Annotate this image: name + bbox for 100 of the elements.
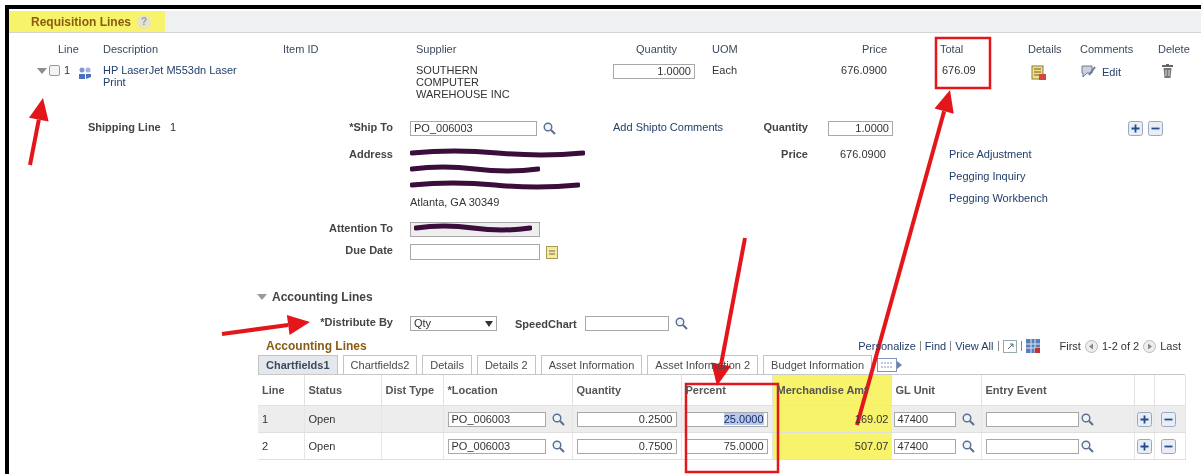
calendar-icon[interactable] bbox=[546, 245, 558, 259]
column-header: GL Unit bbox=[891, 375, 981, 406]
grid-nav-link[interactable]: Find bbox=[924, 340, 947, 352]
gl-unit-field[interactable]: 47400 bbox=[893, 411, 956, 427]
last-link[interactable]: Last bbox=[1160, 340, 1181, 352]
add-row-icon[interactable] bbox=[1128, 121, 1143, 136]
action-link[interactable]: Pegging Inquiry bbox=[949, 170, 1120, 182]
quantity-field[interactable]: 1.0000 bbox=[828, 121, 893, 136]
field-label: Quantity bbox=[762, 121, 809, 133]
tab[interactable]: Details bbox=[422, 355, 472, 374]
column-header: Total bbox=[939, 43, 965, 55]
delete-row-icon[interactable] bbox=[1160, 438, 1176, 454]
search-icon[interactable] bbox=[961, 412, 975, 426]
first-link[interactable]: First bbox=[1059, 340, 1081, 352]
location-field[interactable]: PO_006003 bbox=[447, 411, 546, 427]
location-field[interactable]: PO_006003 bbox=[447, 438, 546, 454]
edit-link[interactable]: Edit bbox=[1102, 65, 1121, 78]
field-label: Shipping Line bbox=[88, 121, 162, 133]
search-icon[interactable] bbox=[551, 412, 565, 426]
item-description: HP LaserJet M553dn Laser Print bbox=[102, 64, 238, 88]
column-header: Item ID bbox=[282, 43, 320, 55]
show-all-tabs-icon[interactable] bbox=[877, 357, 904, 372]
trash-icon[interactable] bbox=[1162, 64, 1173, 78]
column-header: UOM bbox=[711, 43, 739, 55]
add-row-icon[interactable] bbox=[1136, 438, 1152, 454]
quantity-field[interactable]: 0.2500 bbox=[576, 411, 677, 427]
people-icon[interactable] bbox=[78, 66, 92, 80]
tab[interactable]: Chartfields1 bbox=[258, 355, 338, 374]
column-header: Delete bbox=[1157, 43, 1191, 55]
dropdown-arrow-icon bbox=[485, 320, 493, 327]
comment-icon[interactable] bbox=[1080, 64, 1096, 79]
price-text: 676.0900 bbox=[840, 64, 888, 76]
tab[interactable]: Budget Information bbox=[763, 355, 873, 374]
field-label: *Ship To bbox=[348, 121, 394, 133]
line-checkbox[interactable] bbox=[49, 65, 60, 76]
spreadsheet-icon[interactable] bbox=[1025, 339, 1040, 353]
table-cell: 1 bbox=[258, 405, 304, 433]
search-icon[interactable] bbox=[1080, 412, 1094, 426]
column-header: Price bbox=[860, 43, 888, 55]
table-cell: 2 bbox=[258, 432, 304, 460]
total-text: 676.09 bbox=[941, 64, 977, 76]
uom-text: Each bbox=[711, 64, 739, 76]
expand-toggle-icon[interactable] bbox=[37, 66, 47, 76]
section-title: Requisition Lines bbox=[31, 14, 131, 29]
column-header: Line bbox=[258, 375, 304, 406]
search-icon[interactable] bbox=[674, 317, 688, 330]
ship-to-field[interactable]: PO_006003 bbox=[410, 121, 537, 136]
quantity-field[interactable]: 0.7500 bbox=[576, 438, 677, 454]
column-header: Dist Type bbox=[381, 375, 443, 406]
grid-title: Accounting Lines bbox=[265, 339, 367, 353]
tab[interactable]: Asset Information bbox=[540, 355, 643, 374]
action-link[interactable]: Price Adjustment bbox=[949, 148, 1120, 160]
due-date-field[interactable] bbox=[410, 244, 540, 260]
previous-icon[interactable] bbox=[1084, 339, 1098, 353]
table-cell: Open bbox=[304, 405, 381, 433]
column-header: Supplier bbox=[415, 43, 458, 55]
add-comments-link[interactable]: Add Shipto Comments bbox=[605, 121, 760, 133]
line-number: 1 bbox=[64, 64, 72, 76]
column-header: Quantity bbox=[572, 375, 681, 406]
field-label: Due Date bbox=[344, 244, 394, 256]
next-icon[interactable] bbox=[1143, 339, 1157, 353]
new-window-icon[interactable] bbox=[1002, 339, 1017, 353]
callout-arrow bbox=[28, 98, 49, 166]
gl-unit-field[interactable]: 47400 bbox=[893, 438, 956, 454]
table-cell: Open bbox=[304, 432, 381, 460]
tab[interactable]: Details 2 bbox=[476, 355, 536, 374]
search-icon[interactable] bbox=[551, 439, 565, 453]
entry-event-field[interactable] bbox=[985, 438, 1079, 454]
action-link[interactable]: Pegging Workbench bbox=[949, 192, 1120, 204]
search-icon[interactable] bbox=[1080, 439, 1094, 453]
column-header: Details bbox=[1027, 43, 1063, 55]
column-header: *Location bbox=[443, 375, 572, 406]
delete-row-icon[interactable] bbox=[1160, 411, 1176, 427]
field-label: *Distribute By bbox=[319, 316, 394, 328]
delete-row-icon[interactable] bbox=[1148, 121, 1163, 136]
grid-nav-link[interactable]: View All bbox=[955, 340, 994, 352]
entry-event-field[interactable] bbox=[985, 411, 1079, 427]
quantity-field[interactable]: 1.0000 bbox=[613, 64, 695, 79]
details-icon[interactable] bbox=[1031, 65, 1047, 81]
row-range: 1-2 of 2 bbox=[1101, 340, 1140, 352]
field-label: Address bbox=[347, 148, 394, 160]
collapse-toggle-icon[interactable] bbox=[257, 293, 267, 301]
add-row-icon[interactable] bbox=[1136, 411, 1152, 427]
callout-frame bbox=[934, 36, 992, 90]
percent-field[interactable]: 25.0000 bbox=[685, 411, 768, 427]
search-icon[interactable] bbox=[543, 122, 556, 135]
distribute-by-dropdown[interactable]: Qty bbox=[410, 316, 497, 331]
field-label: Attention To bbox=[328, 222, 394, 234]
attention-field[interactable] bbox=[410, 222, 540, 237]
tab[interactable]: Chartfields2 bbox=[342, 355, 418, 374]
speedchart-field[interactable] bbox=[584, 316, 669, 331]
price-text: 676.0900 bbox=[839, 148, 887, 160]
column-header: Description bbox=[102, 43, 160, 55]
percent-field[interactable]: 75.0000 bbox=[685, 438, 768, 454]
field-label: Price bbox=[780, 148, 809, 160]
column-header: Quantity bbox=[635, 43, 678, 55]
search-icon[interactable] bbox=[961, 439, 975, 453]
shipping-line-number: 1 bbox=[170, 121, 178, 133]
column-header: Comments bbox=[1079, 43, 1135, 55]
column-header: Line bbox=[57, 43, 78, 55]
